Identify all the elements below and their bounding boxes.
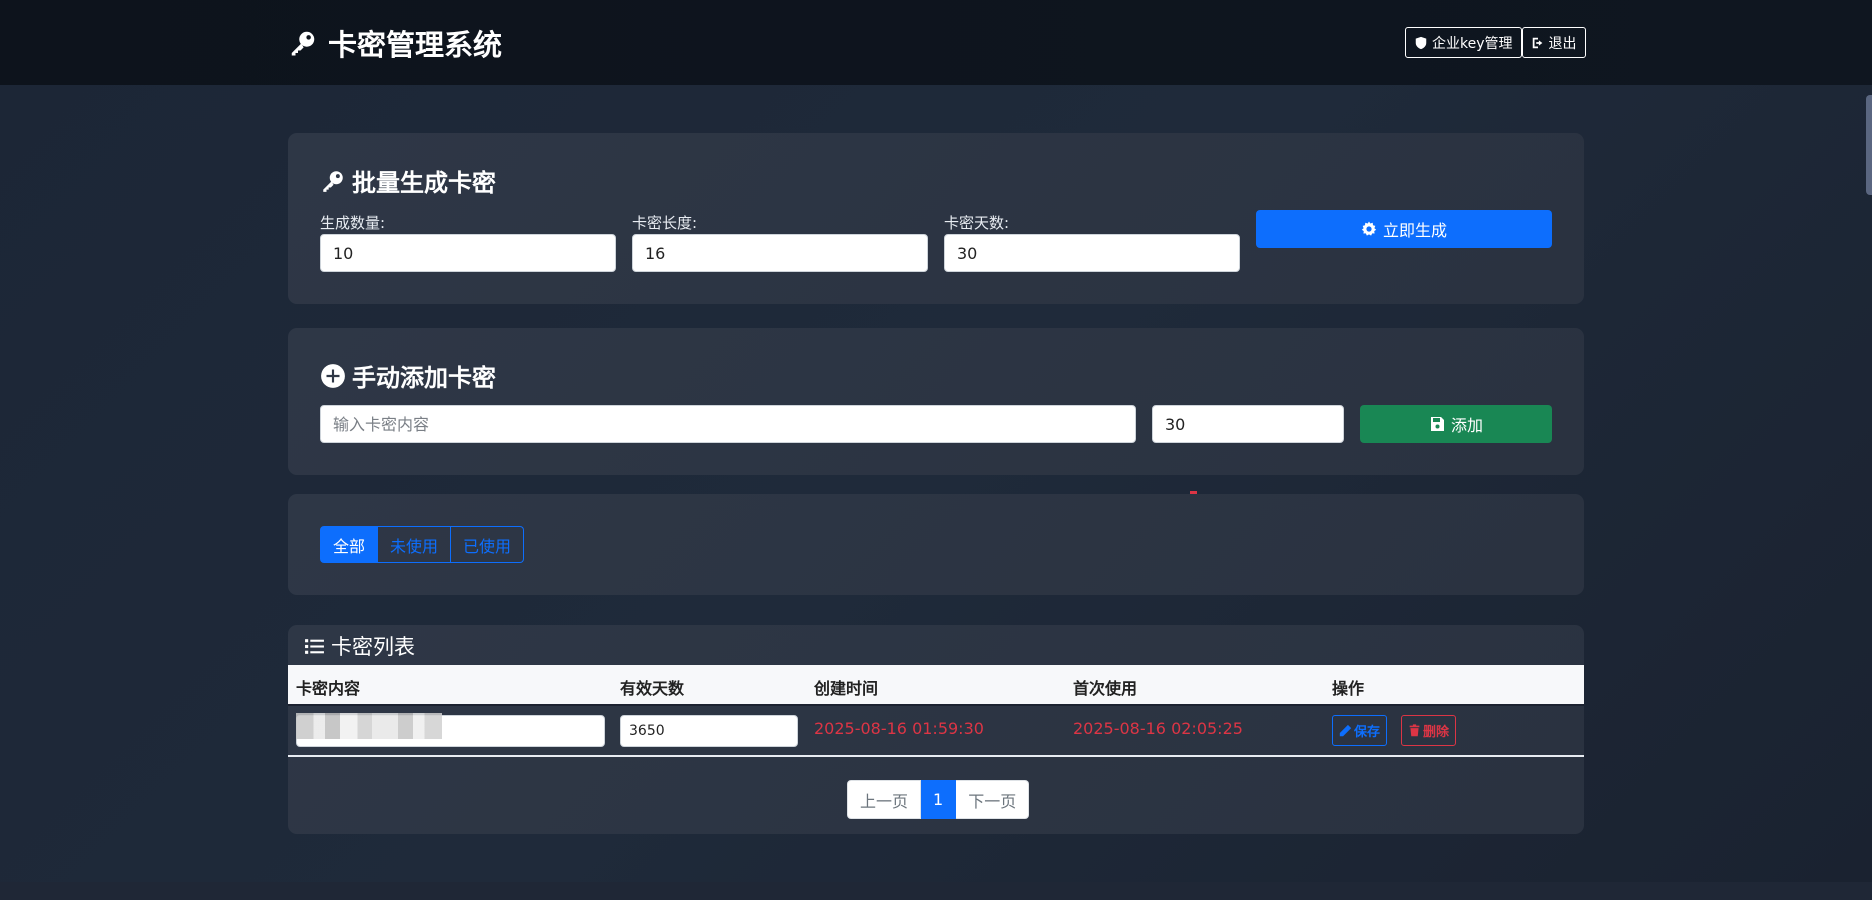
card-content-input[interactable]: [320, 405, 1136, 443]
row-save-button[interactable]: 保存: [1332, 715, 1388, 746]
key-icon: [323, 170, 343, 192]
table-header: 卡密内容 有效天数 创建时间 首次使用 操作: [288, 665, 1584, 706]
filter-unused[interactable]: 未使用: [378, 526, 452, 563]
row-created-time: 2025-08-16 01:59:30: [814, 719, 984, 738]
generate-button[interactable]: 立即生成: [1256, 210, 1552, 248]
trash-icon: [1409, 724, 1420, 737]
batch-generate-card: 批量生成卡密 生成数量: 卡密长度: 卡密天数: 立即生成: [288, 133, 1584, 304]
pencil-icon: [1339, 724, 1352, 737]
prev-page-button[interactable]: 上一页: [847, 780, 922, 819]
col-actions: 操作: [1332, 679, 1365, 698]
manual-add-card: 手动添加卡密 添加: [288, 328, 1584, 475]
side-scroll-tab[interactable]: [1866, 95, 1872, 195]
add-button[interactable]: 添加: [1360, 405, 1552, 443]
manual-add-title: 手动添加卡密: [320, 358, 496, 393]
days-label: 卡密天数:: [944, 214, 1010, 232]
pagination: 上一页 1 下一页: [847, 780, 1030, 819]
card-list-panel: 卡密列表 卡密内容 有效天数 创建时间 首次使用 操作 2025-08-16 0…: [288, 625, 1584, 834]
next-page-button[interactable]: 下一页: [956, 780, 1030, 819]
key-icon: [291, 31, 315, 56]
table-row: 2025-08-16 01:59:30 2025-08-16 02:05:25 …: [288, 706, 1584, 757]
col-created: 创建时间: [814, 679, 879, 698]
shield-icon: [1415, 36, 1427, 49]
col-first-used: 首次使用: [1073, 679, 1138, 698]
count-input[interactable]: [320, 234, 616, 272]
save-icon: [1430, 417, 1444, 431]
status-filter-group: 全部 未使用 已使用: [320, 526, 525, 563]
logout-button[interactable]: 退出: [1521, 27, 1586, 58]
footer-strip: [0, 882, 1872, 900]
key-manage-button[interactable]: 企业key管理: [1405, 27, 1522, 58]
list-title: 卡密列表: [304, 631, 415, 661]
count-label: 生成数量:: [320, 214, 386, 232]
plus-circle-icon: [321, 363, 345, 388]
row-days-input[interactable]: [620, 715, 798, 747]
batch-generate-title: 批量生成卡密: [320, 163, 496, 198]
manual-days-input[interactable]: [1152, 405, 1344, 443]
length-label: 卡密长度:: [632, 214, 698, 232]
col-days: 有效天数: [620, 679, 685, 698]
current-page-button[interactable]: 1: [921, 780, 957, 819]
sign-out-icon: [1532, 37, 1542, 48]
col-content: 卡密内容: [296, 679, 361, 698]
redacted-content: [296, 713, 442, 739]
filter-card: 全部 未使用 已使用: [288, 494, 1584, 595]
list-icon: [305, 638, 324, 654]
filter-all[interactable]: 全部: [320, 526, 379, 563]
days-input[interactable]: [944, 234, 1240, 272]
row-delete-button[interactable]: 删除: [1401, 715, 1457, 746]
filter-used[interactable]: 已使用: [451, 526, 525, 563]
gear-icon: [1361, 221, 1377, 236]
row-first-used-time: 2025-08-16 02:05:25: [1073, 719, 1243, 738]
app-title: 卡密管理系统: [328, 28, 503, 62]
length-input[interactable]: [632, 234, 928, 272]
top-navbar: 卡密管理系统 企业key管理 退出: [0, 0, 1872, 85]
app-brand[interactable]: 卡密管理系统: [288, 22, 502, 64]
